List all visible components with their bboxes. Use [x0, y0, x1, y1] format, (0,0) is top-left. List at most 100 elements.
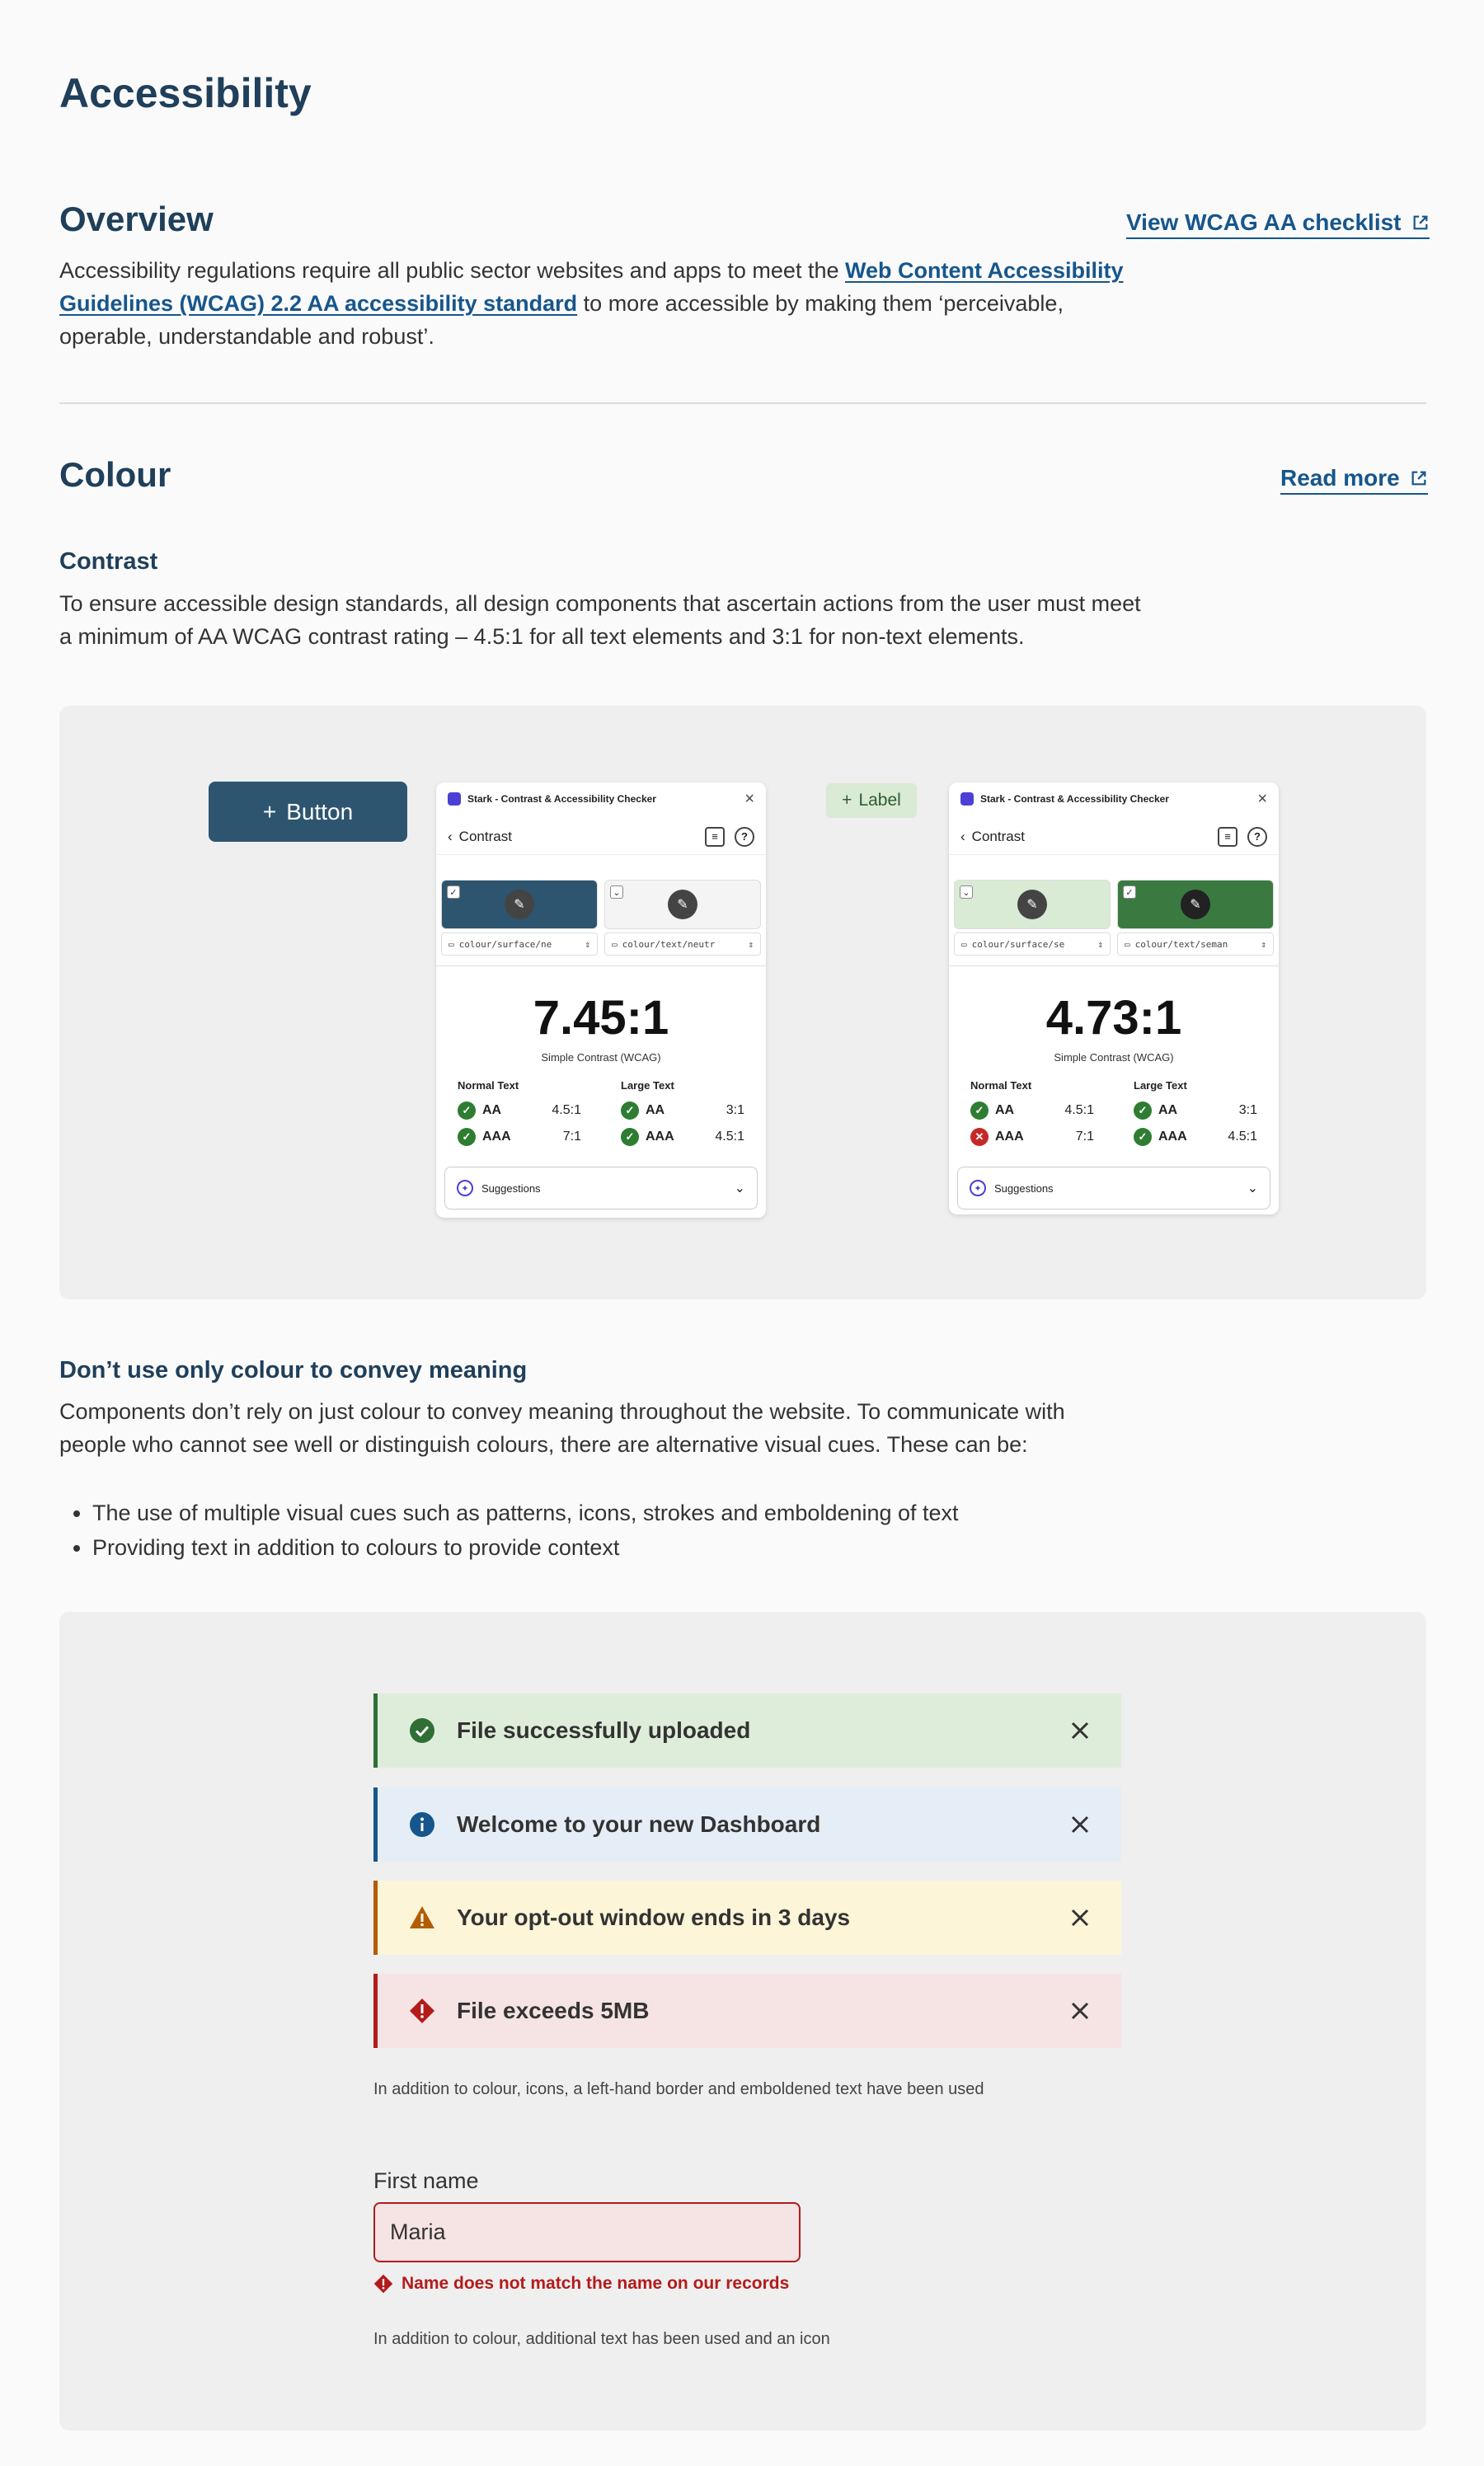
result-icon: ✓: [458, 1128, 476, 1146]
form-caption: In addition to colour, additional text h…: [373, 2330, 830, 2348]
alert-success: File successfully uploaded: [373, 1693, 1121, 1768]
colour-read-more-link[interactable]: Read more: [1280, 465, 1428, 495]
token-select-1[interactable]: ▭ colour/surface/se ⇕: [954, 932, 1111, 956]
updown-icon: ⇕: [748, 938, 754, 950]
alert-text: File exceeds 5MB: [457, 1998, 650, 2023]
alert-error: File exceeds 5MB: [373, 1974, 1121, 2048]
demo-label: + Label: [826, 783, 917, 818]
sparkle-icon: ✦: [970, 1180, 986, 1196]
contrast-ratio: 7.45:1: [533, 991, 669, 1045]
threshold: 4.5:1: [552, 1103, 581, 1117]
book-icon: ▭: [448, 938, 454, 950]
section-divider: [59, 402, 1426, 404]
book-icon: ▭: [1125, 938, 1130, 950]
contrast-text: To ensure accessible design standards, a…: [59, 591, 1141, 649]
swatch-checkbox[interactable]: ✓: [447, 885, 460, 899]
help-icon[interactable]: ?: [1247, 826, 1267, 847]
close-icon[interactable]: [1068, 1999, 1092, 2022]
token-name: colour/text/seman: [1134, 938, 1228, 950]
suggestions-dropdown[interactable]: ✦ Suggestions ⌄: [957, 1167, 1270, 1210]
first-name-input[interactable]: [373, 2202, 801, 2262]
alert-text: Welcome to your new Dashboard: [457, 1811, 821, 1837]
alert-text: Your opt-out window ends in 3 days: [457, 1905, 851, 1930]
level: AAA: [1158, 1130, 1187, 1144]
token-name: colour/surface/se: [971, 938, 1065, 950]
checker-app-title: Stark - Contrast & Accessibility Checker: [467, 793, 656, 805]
stark-logo-icon: [448, 792, 461, 806]
alert-text: File successfully uploaded: [457, 1717, 751, 1743]
level: AAA: [482, 1130, 511, 1144]
meaning-text: Components don’t rely on just colour to …: [59, 1399, 1065, 1457]
swatch-checkbox[interactable]: ⌄: [960, 885, 973, 899]
suggestions-label: Suggestions: [994, 1181, 1054, 1195]
checker-nav-title: Contrast: [971, 828, 1025, 844]
help-icon[interactable]: ?: [735, 826, 754, 847]
token-select-2[interactable]: ▭ colour/text/seman ⇕: [1117, 932, 1274, 956]
overview-text: Accessibility regulations require all pu…: [59, 254, 1131, 353]
contrast-checker-card-1: Stark - Contrast & Accessibility Checker…: [436, 782, 766, 1218]
overview-heading: Overview: [59, 200, 214, 238]
token-select-1[interactable]: ▭ colour/surface/ne ⇕: [441, 932, 598, 956]
checker-header: Stark - Contrast & Accessibility Checker…: [436, 782, 766, 815]
swatch-checkbox[interactable]: ⌄: [610, 885, 623, 899]
plus-icon: +: [262, 798, 277, 824]
warning-triangle-icon: [409, 1905, 435, 1931]
threshold: 7:1: [1075, 1130, 1094, 1144]
first-name-error: Name does not match the name on our reco…: [373, 2274, 789, 2294]
token-select-2[interactable]: ▭ colour/text/neutr ⇕: [604, 932, 761, 956]
suggestions-dropdown[interactable]: ✦ Suggestions ⌄: [444, 1167, 758, 1210]
normal-aa-row: ✓ AA 4.5:1: [458, 1099, 581, 1122]
book-icon: ▭: [612, 938, 618, 950]
large-aaa-row: ✓ AAA 4.5:1: [621, 1125, 744, 1148]
eyedropper-icon[interactable]: ✎: [505, 890, 534, 919]
wcag-checklist-link-label: View WCAG AA checklist: [1126, 209, 1402, 235]
normal-aaa-row: ✕ AAA 7:1: [970, 1125, 1094, 1148]
normal-aa-row: ✓ AA 4.5:1: [970, 1099, 1094, 1122]
close-icon[interactable]: [1068, 1906, 1092, 1929]
error-message: Name does not match the name on our reco…: [402, 2274, 790, 2293]
threshold: 4.5:1: [715, 1130, 744, 1144]
chevron-down-icon: ⌄: [1247, 1181, 1258, 1195]
checker-header: Stark - Contrast & Accessibility Checker…: [949, 782, 1279, 815]
error-diamond-icon: [409, 1998, 435, 2024]
demo-button[interactable]: + Button: [209, 782, 407, 842]
result-icon: ✓: [458, 1101, 476, 1120]
settings-sliders-icon[interactable]: ≡: [705, 826, 725, 847]
level: AA: [646, 1103, 665, 1117]
colour-heading: Colour: [59, 455, 171, 494]
plus-icon: +: [842, 791, 852, 810]
normal-text-title: Normal Text: [970, 1079, 1032, 1092]
background-swatch[interactable]: ✓ ✎: [1117, 880, 1274, 929]
back-chevron-icon[interactable]: ‹: [448, 829, 453, 845]
close-icon[interactable]: ×: [744, 790, 754, 809]
checker-nav: ‹ Contrast ≡ ?: [436, 819, 766, 855]
threshold: 4.5:1: [1228, 1130, 1257, 1144]
large-aa-row: ✓ AA 3:1: [621, 1099, 744, 1122]
page: Accessibility Overview View WCAG AA chec…: [0, 0, 1484, 2466]
back-chevron-icon[interactable]: ‹: [960, 829, 965, 845]
foreground-swatch[interactable]: ⌄ ✎: [954, 880, 1111, 929]
contrast-ratio-label: Simple Contrast (WCAG): [541, 1051, 661, 1064]
foreground-swatch[interactable]: ✓ ✎: [441, 880, 598, 929]
updown-icon: ⇕: [1261, 938, 1266, 950]
eyedropper-icon[interactable]: ✎: [668, 890, 697, 919]
token-name: colour/surface/ne: [458, 938, 552, 950]
list-item: Providing text in addition to colours to…: [92, 1530, 959, 1565]
swatch-checkbox[interactable]: ✓: [1123, 885, 1136, 899]
close-icon[interactable]: ×: [1257, 790, 1267, 809]
eyedropper-icon[interactable]: ✎: [1017, 890, 1047, 919]
suggestions-label: Suggestions: [481, 1181, 541, 1195]
close-icon[interactable]: [1068, 1813, 1092, 1836]
sparkle-icon: ✦: [457, 1180, 473, 1196]
eyedropper-icon[interactable]: ✎: [1181, 890, 1210, 919]
normal-text-title: Normal Text: [458, 1079, 519, 1092]
background-swatch[interactable]: ⌄ ✎: [604, 880, 761, 929]
divider: [436, 965, 766, 966]
close-icon[interactable]: [1068, 1719, 1092, 1742]
alerts-caption: In addition to colour, icons, a left-han…: [373, 2080, 984, 2098]
level: AA: [995, 1103, 1015, 1117]
result-icon: ✓: [1134, 1128, 1152, 1146]
wcag-checklist-link[interactable]: View WCAG AA checklist: [1126, 209, 1430, 239]
settings-sliders-icon[interactable]: ≡: [1218, 826, 1237, 847]
result-icon: ✓: [1134, 1101, 1152, 1120]
